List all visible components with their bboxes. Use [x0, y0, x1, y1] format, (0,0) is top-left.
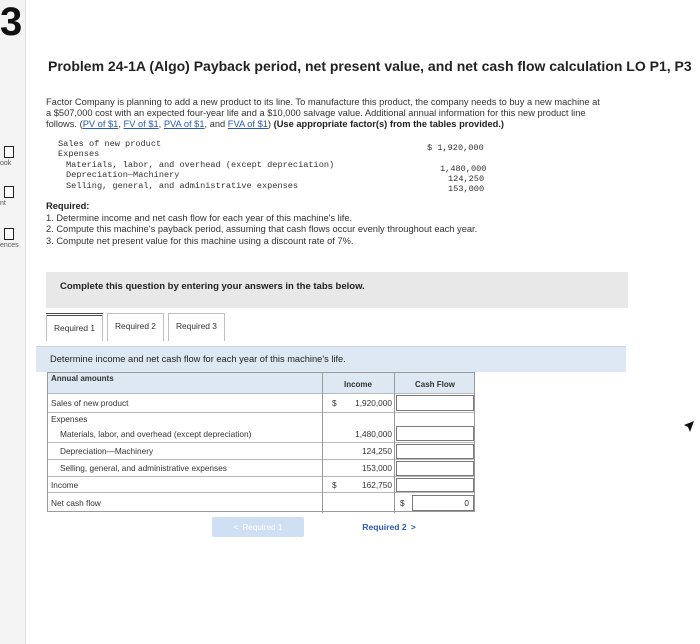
net-cash-flow-value: 0 [464, 498, 469, 508]
table-row: Selling, general, and administrative exp… [48, 459, 474, 476]
given-depreciation-value: 124,250 [448, 174, 485, 184]
header-cash-flow: Cash Flow [414, 379, 455, 389]
mouse-cursor-icon [684, 421, 694, 432]
given-materials-label: Materials, labor, and overhead (except d… [66, 160, 335, 170]
table-row: Income $ 162,750 [48, 476, 474, 492]
given-expenses-label: Expenses [58, 149, 100, 159]
link-fv-of-1[interactable]: FV of $1 [124, 119, 159, 129]
complete-question-banner: Complete this question by entering your … [46, 272, 628, 308]
header-income: Income [343, 379, 372, 389]
cash-materials-input[interactable] [396, 426, 474, 441]
references-icon[interactable] [4, 228, 14, 240]
complete-question-text: Complete this question by entering your … [60, 281, 365, 292]
chevron-right-icon: > [410, 522, 416, 532]
income-depreciation-value: 124,250 [362, 446, 392, 456]
intro-line-2: a $507,000 cost with an expected four-ye… [46, 108, 586, 118]
required-section: Required: 1. Determine income and net ca… [46, 201, 477, 247]
given-selling-label: Selling, general, and administrative exp… [66, 181, 299, 191]
required-heading: Required: [46, 201, 90, 211]
cash-sales-input[interactable] [396, 395, 474, 411]
net-cash-flow-input[interactable]: 0 [412, 495, 474, 511]
required-item-2: 2. Compute this machine's payback period… [46, 224, 478, 234]
table-row: Sales of new product $ 1,920,000 [48, 393, 474, 412]
prev-required-button[interactable]: < Required 1 [212, 517, 304, 537]
link-fva-of-1[interactable]: FVA of $1 [228, 119, 268, 129]
cash-selling-input[interactable] [396, 461, 474, 476]
given-selling-value: 153,000 [448, 184, 485, 194]
factor-instruction: (Use appropriate factor(s) from the tabl… [273, 119, 505, 129]
income-total-value: 162,750 [362, 479, 392, 490]
chevron-left-icon: < [233, 522, 239, 532]
income-materials-value: 1,480,000 [355, 428, 392, 439]
intro-line-3: follows. (PV of $1, FV of $1, PVA of $1,… [46, 119, 505, 129]
book-icon[interactable] [4, 146, 14, 158]
print-icon[interactable] [4, 186, 14, 198]
sidebar-item-print[interactable]: nt [0, 200, 6, 207]
tab-required-3[interactable]: Required 3 [167, 313, 225, 341]
sidebar-item-references[interactable]: ences [0, 242, 19, 249]
given-sales-value: $ 1,920,000 [427, 143, 484, 153]
table-row: Expenses [48, 412, 474, 425]
tab-required-2[interactable]: Required 2 [106, 313, 164, 341]
header-annual-amounts: Annual amounts [51, 374, 114, 383]
intro-line-1: Factor Company is planning to add a new … [46, 97, 600, 107]
cash-depreciation-input[interactable] [396, 444, 474, 459]
requirement-tabs: Required 1 Required 2 Required 3 [46, 313, 229, 341]
sidebar-question-number: 3 [0, 0, 23, 44]
table-row: Net cash flow $ 0 [48, 492, 474, 512]
instruction-bar: Determine income and net cash flow for e… [36, 346, 626, 372]
instruction-text: Determine income and net cash flow for e… [50, 354, 346, 364]
table-header-row: Annual amounts Income Cash Flow [48, 373, 474, 393]
tab-required-1[interactable]: Required 1 [46, 313, 103, 341]
problem-title: Problem 24-1A (Algo) Payback period, net… [48, 58, 692, 74]
table-row: Depreciation—Machinery 124,250 [48, 442, 474, 459]
given-depreciation-label: Depreciation—Machinery [66, 170, 180, 180]
required-item-1: 1. Determine income and net cash flow fo… [46, 212, 353, 223]
left-sidebar [0, 0, 26, 644]
table-row: Materials, labor, and overhead (except d… [48, 425, 474, 442]
link-pv-of-1[interactable]: PV of $1 [83, 119, 119, 129]
income-sales-value: 1,920,000 [355, 398, 392, 408]
next-required-button[interactable]: Required 2 > [348, 517, 430, 537]
sidebar-item-ebook[interactable]: ook [0, 160, 11, 167]
given-materials-value: 1,480,000 [440, 164, 487, 174]
link-pva-of-1[interactable]: PVA of $1 [164, 119, 205, 129]
cash-income-input[interactable] [396, 478, 474, 492]
required-item-3: 3. Compute net present value for this ma… [46, 235, 354, 246]
problem-intro: Factor Company is planning to add a new … [46, 97, 696, 130]
income-selling-value: 153,000 [362, 463, 392, 473]
given-sales-label: Sales of new product [58, 139, 162, 149]
answer-table: Annual amounts Income Cash Flow Sales of… [47, 372, 475, 513]
